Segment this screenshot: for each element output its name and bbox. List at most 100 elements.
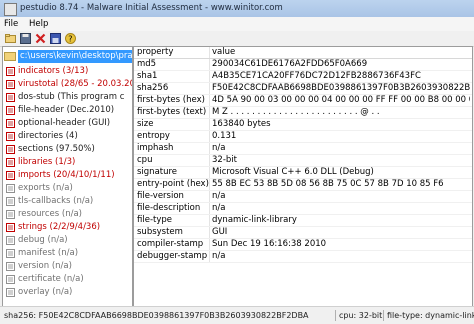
- node-icon: [6, 105, 15, 115]
- tree-item[interactable]: sections (97.50%): [6, 143, 95, 155]
- tree-item[interactable]: dos-stub (This program c: [6, 91, 124, 103]
- tree-item-label: libraries (1/3): [18, 157, 76, 167]
- tree-item[interactable]: indicators (3/13): [6, 65, 88, 77]
- tree-root[interactable]: c:\users\kevin\desktop\practi: [4, 49, 132, 63]
- node-icon: [6, 79, 15, 89]
- table-row[interactable]: first-bytes (hex) 4D 5A 90 00 03 00 00 00…: [134, 95, 472, 107]
- tree-item[interactable]: directories (4): [6, 130, 78, 142]
- table-row[interactable]: md5 290034C61DE6176A2FDD65F0A669: [134, 59, 472, 71]
- table-row[interactable]: imphash n/a: [134, 143, 472, 155]
- node-icon: [6, 170, 15, 180]
- column-header-property[interactable]: property: [137, 47, 209, 58]
- status-cpu: cpu: 32-bit: [339, 311, 383, 320]
- table-row[interactable]: file-type dynamic-link-library: [134, 215, 472, 227]
- tree-item[interactable]: debug (n/a): [6, 234, 68, 246]
- column-header-value[interactable]: value: [212, 47, 470, 58]
- value-cell: 163840 bytes: [212, 119, 271, 129]
- open-icon[interactable]: [5, 33, 16, 44]
- table-row[interactable]: sha1 A4B35CE71CA20FF76DC72D12FB2886736F43…: [134, 71, 472, 83]
- table-row[interactable]: debugger-stamp n/a: [134, 251, 472, 263]
- value-cell: 55 8B EC 53 8B 5D 08 56 8B 75 0C 57 8B 7…: [212, 179, 444, 189]
- property-grid[interactable]: property value md5 290034C61DE6176A2FDD65…: [133, 46, 473, 307]
- table-row[interactable]: file-version n/a: [134, 191, 472, 203]
- value-cell: n/a: [212, 191, 226, 201]
- value-cell: n/a: [212, 251, 226, 261]
- value-cell: 32-bit: [212, 155, 237, 165]
- tree-item[interactable]: file-header (Dec.2010): [6, 104, 114, 116]
- folder-icon: [4, 51, 16, 61]
- svg-text:?: ?: [68, 35, 72, 44]
- value-cell: 4D 5A 90 00 03 00 00 00 04 00 00 00 FF F…: [212, 95, 470, 105]
- property-cell: first-bytes (text): [137, 107, 207, 117]
- value-cell: 290034C61DE6176A2FDD65F0A669: [212, 59, 368, 69]
- value-cell: A4B35CE71CA20FF76DC72D12FB2886736F43FC: [212, 71, 421, 81]
- table-row[interactable]: sha256 F50E42C8CDFAAB6698BDE0398861397F0B…: [134, 83, 472, 95]
- tree-item-label: version (n/a): [18, 261, 72, 271]
- value-cell: n/a: [212, 203, 226, 213]
- status-bar: sha256: F50E42C8CDFAAB6698BDE0398861397F…: [0, 306, 474, 324]
- grid-header: property value: [134, 47, 472, 59]
- value-cell: Sun Dec 19 16:16:38 2010: [212, 239, 327, 249]
- menu-help[interactable]: Help: [29, 19, 48, 29]
- table-row[interactable]: entry-point (hex) 55 8B EC 53 8B 5D 08 56…: [134, 179, 472, 191]
- table-row[interactable]: subsystem GUI: [134, 227, 472, 239]
- table-row[interactable]: cpu 32-bit: [134, 155, 472, 167]
- property-cell: subsystem: [137, 227, 183, 237]
- tree-item[interactable]: version (n/a): [6, 260, 72, 272]
- export-icon[interactable]: [50, 33, 61, 44]
- value-cell: 0.131: [212, 131, 237, 141]
- node-icon-grey: [6, 209, 15, 219]
- property-cell: compiler-stamp: [137, 239, 204, 249]
- value-cell: M Z . . . . . . . . . . . . . . . . . . …: [212, 107, 380, 117]
- tree-item[interactable]: optional-header (GUI): [6, 117, 110, 129]
- tree-item[interactable]: virustotal (28/65 - 20.03.20: [6, 78, 133, 90]
- tree-item[interactable]: overlay (n/a): [6, 286, 72, 298]
- tree-item-label: overlay (n/a): [18, 287, 73, 297]
- tree-item[interactable]: strings (2/2/9/4/36): [6, 221, 100, 233]
- title-bar: pestudio 8.74 - Malware Initial Assessme…: [0, 0, 474, 18]
- tree-panel[interactable]: c:\users\kevin\desktop\practi indicators…: [2, 46, 133, 307]
- save-icon[interactable]: [20, 33, 31, 44]
- tree-item-label: tls-callbacks (n/a): [18, 196, 94, 206]
- property-cell: size: [137, 119, 154, 129]
- property-cell: imphash: [137, 143, 174, 153]
- app-icon: [4, 3, 17, 16]
- tree-item[interactable]: libraries (1/3): [6, 156, 75, 168]
- property-cell: file-type: [137, 215, 173, 225]
- node-icon: [6, 131, 15, 141]
- tree-item[interactable]: certificate (n/a): [6, 273, 84, 285]
- tree-item[interactable]: exports (n/a): [6, 182, 73, 194]
- tree-root-label: c:\users\kevin\desktop\practi: [18, 49, 132, 63]
- tree-item-label: virustotal (28/65 - 20.03.20: [18, 79, 133, 89]
- tree-item-label: certificate (n/a): [18, 274, 84, 284]
- property-cell: file-description: [137, 203, 201, 213]
- tree-item[interactable]: tls-callbacks (n/a): [6, 195, 93, 207]
- property-cell: sha1: [137, 71, 158, 81]
- property-cell: cpu: [137, 155, 153, 165]
- value-cell: Microsoft Visual C++ 6.0 DLL (Debug): [212, 167, 374, 177]
- tree-item-label: resources (n/a): [18, 209, 82, 219]
- window-title: pestudio 8.74 - Malware Initial Assessme…: [20, 3, 283, 13]
- node-icon-grey: [6, 274, 15, 284]
- table-row[interactable]: first-bytes (text) M Z . . . . . . . . . …: [134, 107, 472, 119]
- table-row[interactable]: entropy 0.131: [134, 131, 472, 143]
- table-row[interactable]: size 163840 bytes: [134, 119, 472, 131]
- help-icon[interactable]: ?: [65, 33, 76, 44]
- node-icon-grey: [6, 183, 15, 193]
- table-row[interactable]: compiler-stamp Sun Dec 19 16:16:38 2010: [134, 239, 472, 251]
- property-cell: first-bytes (hex): [137, 95, 205, 105]
- tree-item-label: strings (2/2/9/4/36): [18, 222, 101, 232]
- tree-item[interactable]: manifest (n/a): [6, 247, 78, 259]
- value-cell: GUI: [212, 227, 228, 237]
- close-icon[interactable]: [35, 33, 46, 44]
- menu-file[interactable]: File: [4, 19, 18, 29]
- node-icon: [6, 118, 15, 128]
- tree-item[interactable]: resources (n/a): [6, 208, 82, 220]
- table-row[interactable]: file-description n/a: [134, 203, 472, 215]
- property-cell: entropy: [137, 131, 170, 141]
- tree-item[interactable]: imports (20/4/10/1/11): [6, 169, 115, 181]
- node-icon: [6, 66, 15, 76]
- property-cell: md5: [137, 59, 157, 69]
- table-row[interactable]: signature Microsoft Visual C++ 6.0 DLL (D…: [134, 167, 472, 179]
- property-cell: signature: [137, 167, 178, 177]
